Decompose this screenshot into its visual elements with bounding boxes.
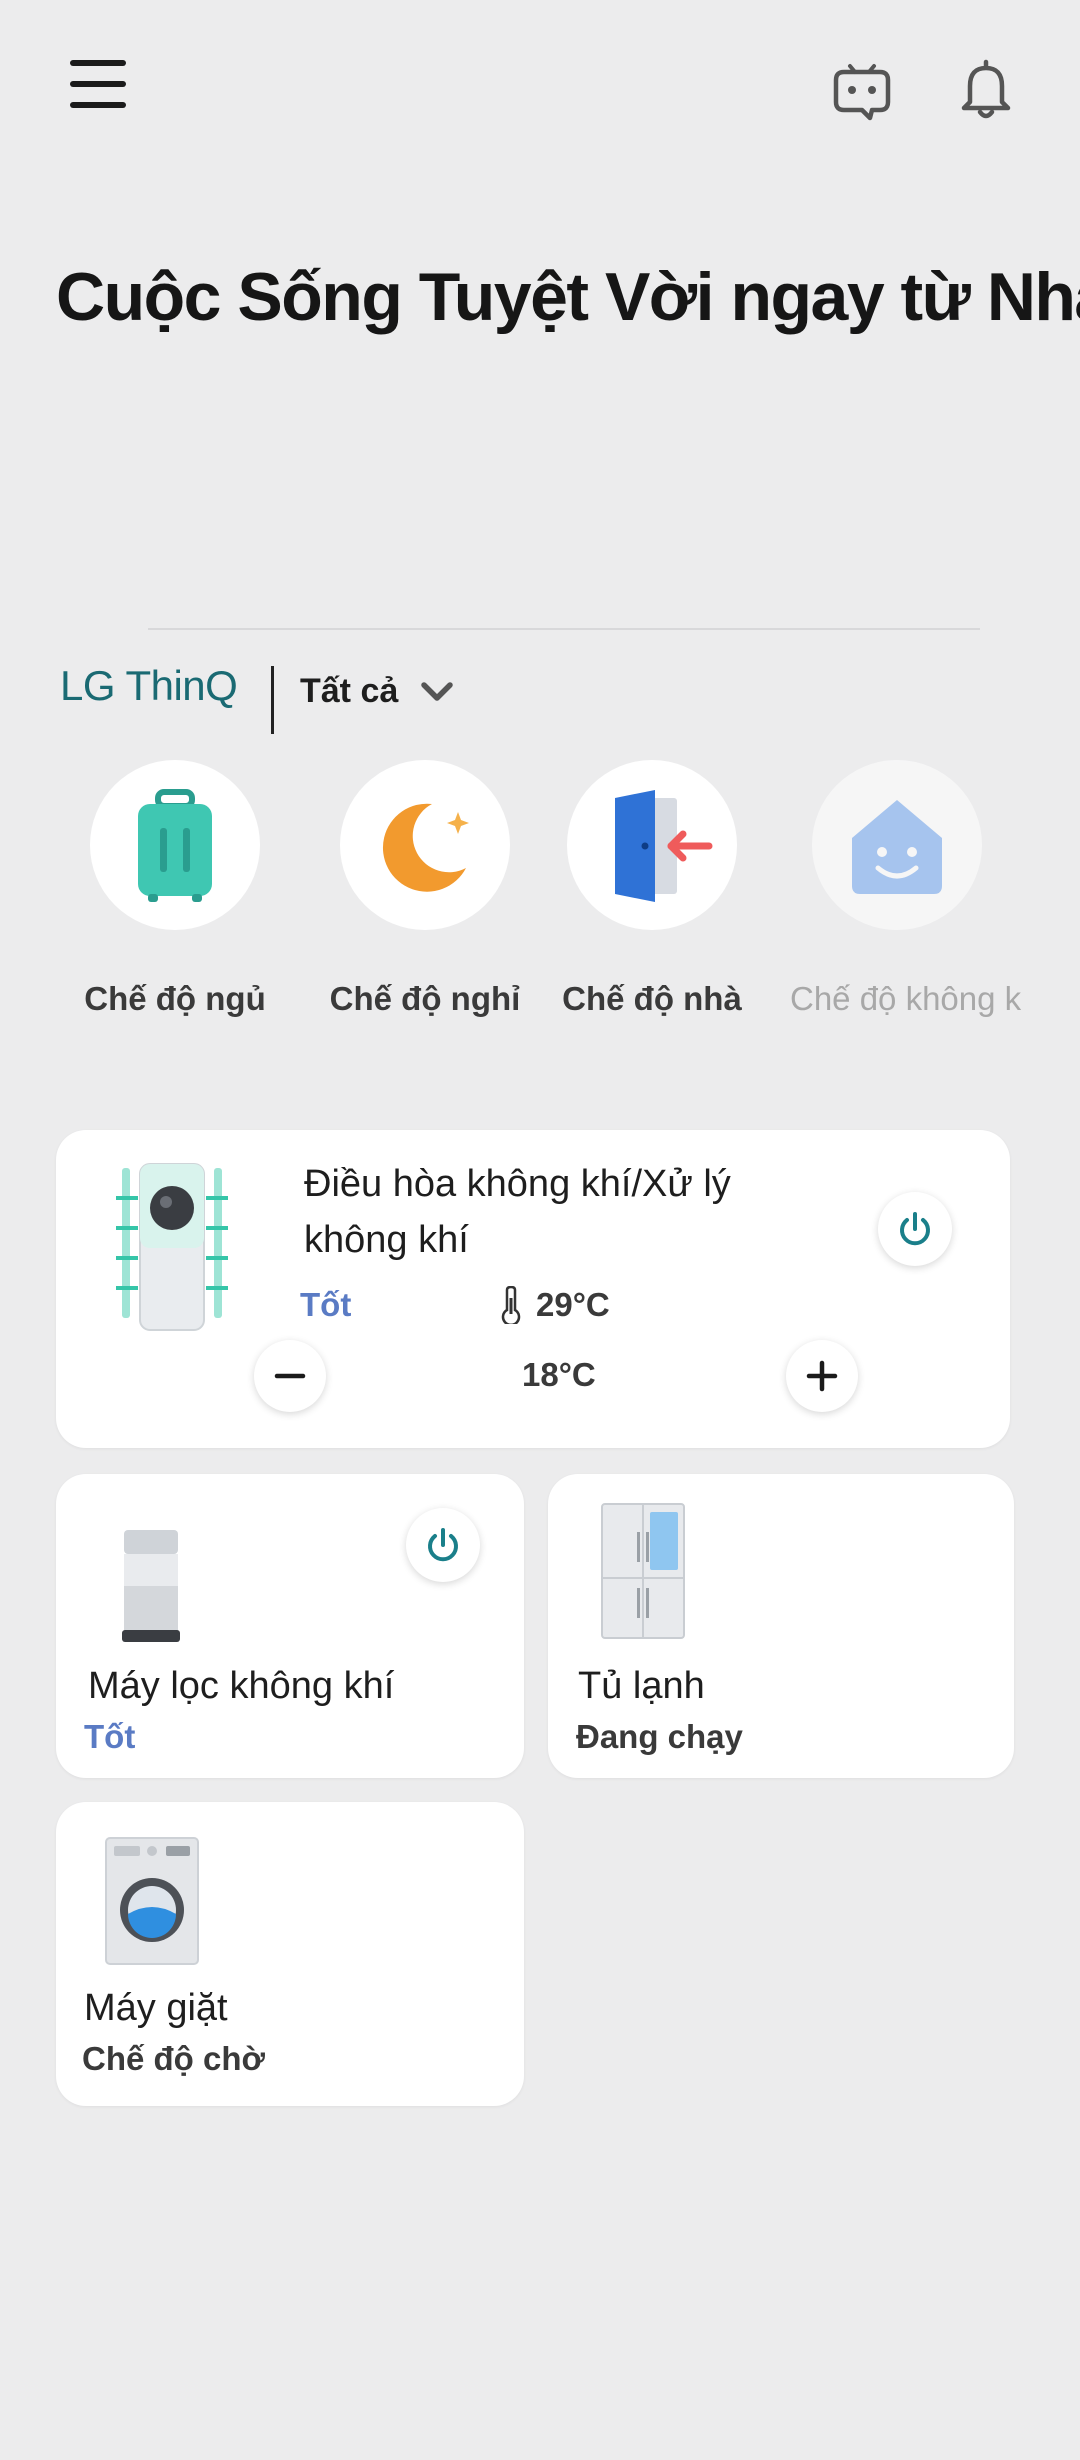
device-name: Tủ lạnh <box>578 1665 705 1707</box>
bell-icon[interactable] <box>956 56 1016 122</box>
device-status: Chế độ chờ <box>82 2040 265 2077</box>
power-button[interactable] <box>406 1508 480 1582</box>
device-card-air-conditioner[interactable]: Điều hòa không khí/Xử lý không khí Tốt 2… <box>56 1130 1010 1448</box>
power-button[interactable] <box>878 1192 952 1266</box>
page-title: Cuộc Sống Tuyệt Vời ngay từ Nhà <box>56 259 1080 335</box>
power-icon <box>428 1528 458 1562</box>
scene-label: Chế độ không k <box>790 980 1022 1017</box>
scene-away[interactable]: Chế độ không k <box>790 760 1030 1018</box>
brand-label: LG ThinQ <box>60 662 238 709</box>
decrease-temperature-button[interactable] <box>254 1340 326 1412</box>
filter-selected-label: Tất cả <box>300 672 399 710</box>
scene-list: Chế độ ngủ Chế độ nghỉ Chế độ nhà Chế độ… <box>60 760 1030 1060</box>
scene-rest[interactable]: Chế độ nghỉ <box>310 760 540 1018</box>
brand-separator <box>271 666 274 734</box>
device-status: Đang chạy <box>576 1718 743 1755</box>
device-card-air-purifier[interactable]: Máy lọc không khí Tốt <box>56 1474 524 1778</box>
moon-star-icon <box>340 760 510 930</box>
device-status: Tốt <box>300 1286 352 1323</box>
home-filter-dropdown[interactable]: Tất cả <box>300 672 454 711</box>
washing-machine-icon <box>104 1836 200 1968</box>
suitcase-icon <box>90 760 260 930</box>
device-name: Điều hòa không khí/Xử lý không khí <box>304 1163 731 1261</box>
device-card-refrigerator[interactable]: Tủ lạnh Đang chạy <box>548 1474 1014 1778</box>
device-name: Máy lọc không khí <box>88 1665 395 1707</box>
target-temperature: 18°C <box>522 1356 596 1393</box>
hamburger-menu-icon[interactable] <box>70 60 126 108</box>
air-conditioner-icon <box>112 1158 232 1338</box>
device-card-washer[interactable]: Máy giặt Chế độ chờ <box>56 1802 524 2106</box>
smiling-house-icon <box>812 760 982 930</box>
air-purifier-icon <box>116 1526 186 1646</box>
scene-sleep[interactable]: Chế độ ngủ <box>60 760 290 1018</box>
current-temperature: 29°C <box>500 1286 610 1324</box>
door-enter-icon <box>567 760 737 930</box>
chevron-down-icon <box>421 681 454 701</box>
increase-temperature-button[interactable] <box>786 1340 858 1412</box>
scene-home[interactable]: Chế độ nhà <box>537 760 767 1018</box>
chatbot-icon[interactable] <box>826 52 898 124</box>
scene-label: Chế độ ngủ <box>84 980 266 1017</box>
thermometer-icon <box>501 1286 521 1324</box>
divider <box>148 628 980 630</box>
device-status: Tốt <box>84 1718 136 1755</box>
scene-label: Chế độ nghỉ <box>329 980 521 1017</box>
refrigerator-icon <box>600 1502 686 1642</box>
power-icon <box>900 1212 930 1246</box>
current-temperature-value: 29°C <box>536 1286 610 1323</box>
plus-icon <box>806 1360 838 1392</box>
scene-label: Chế độ nhà <box>562 980 742 1017</box>
device-name: Máy giặt <box>84 1987 228 2029</box>
minus-icon <box>274 1373 306 1379</box>
